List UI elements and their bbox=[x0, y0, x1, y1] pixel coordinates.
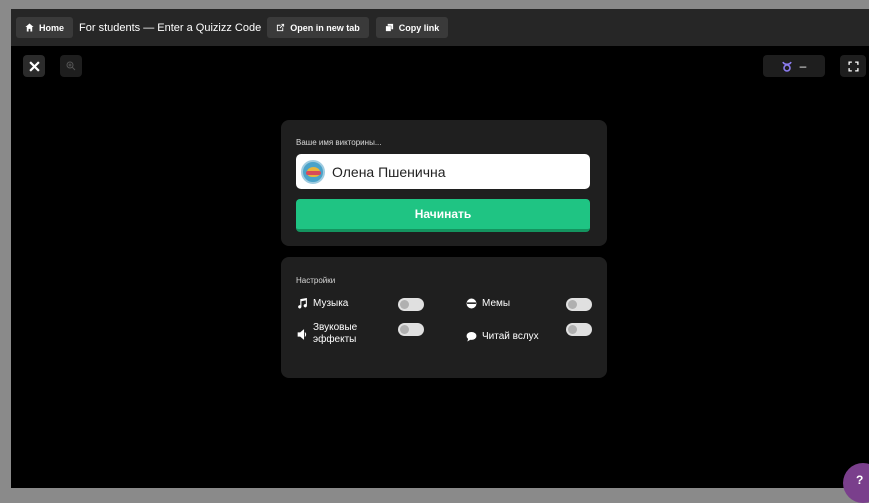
help-button[interactable]: ? bbox=[843, 463, 869, 503]
copy-link-button[interactable]: Copy link bbox=[375, 17, 449, 38]
name-input[interactable] bbox=[332, 163, 582, 180]
fullscreen-icon bbox=[847, 60, 859, 72]
fullscreen-button[interactable] bbox=[840, 55, 866, 77]
name-field[interactable] bbox=[296, 154, 590, 189]
music-toggle[interactable] bbox=[398, 298, 424, 311]
zoom-button[interactable] bbox=[60, 55, 82, 77]
help-icon: ? bbox=[856, 473, 864, 487]
avatar[interactable] bbox=[301, 159, 325, 184]
theme-selector[interactable]: – bbox=[763, 55, 825, 77]
sound-effects-setting: Звуковые эффекты bbox=[296, 322, 357, 346]
memes-toggle[interactable] bbox=[566, 298, 592, 311]
sound-effects-label-line2: эффекты bbox=[313, 334, 357, 345]
students-description: For students — Enter a Quizizz Code bbox=[79, 21, 262, 34]
music-setting: Музыка bbox=[296, 297, 348, 309]
open-new-tab-button[interactable]: Open in new tab bbox=[267, 17, 369, 38]
memes-setting: Мемы bbox=[465, 297, 510, 309]
sound-effects-toggle[interactable] bbox=[398, 323, 424, 336]
taurus-icon bbox=[781, 61, 792, 72]
theme-value: – bbox=[799, 59, 807, 73]
read-aloud-setting: Читай вслух bbox=[465, 330, 539, 342]
name-card-label: Ваше имя викторины... bbox=[296, 138, 382, 147]
name-card: Ваше имя викторины... Начинать bbox=[281, 120, 607, 246]
meme-face-icon bbox=[466, 298, 476, 308]
copy-link-label: Copy link bbox=[398, 22, 440, 33]
copy-icon bbox=[385, 23, 393, 32]
read-aloud-label: Читай вслух bbox=[482, 330, 539, 342]
read-aloud-toggle[interactable] bbox=[566, 323, 592, 336]
close-button[interactable] bbox=[23, 55, 45, 77]
music-label: Музыка bbox=[313, 297, 349, 309]
settings-title: Настройки bbox=[296, 276, 336, 285]
zoom-in-icon bbox=[66, 61, 76, 71]
start-button[interactable]: Начинать bbox=[296, 199, 590, 232]
home-button[interactable]: Home bbox=[16, 17, 74, 38]
home-label: Home bbox=[39, 22, 65, 33]
external-link-icon bbox=[277, 23, 285, 32]
top-bar: Home For students — Enter a Quizizz Code… bbox=[11, 9, 869, 46]
speaker-icon bbox=[297, 328, 306, 340]
settings-card: Настройки Музыка Мемы Звуковые эффекты Ч… bbox=[281, 257, 607, 378]
speech-bubble-icon bbox=[466, 331, 476, 341]
home-icon bbox=[25, 23, 34, 32]
memes-label: Мемы bbox=[482, 297, 511, 309]
music-note-icon bbox=[297, 297, 307, 308]
close-icon bbox=[28, 60, 40, 72]
open-new-tab-label: Open in new tab bbox=[290, 22, 360, 33]
sound-effects-label-line1: Звуковые bbox=[313, 322, 358, 333]
quiz-frame: Home For students — Enter a Quizizz Code… bbox=[11, 9, 869, 488]
